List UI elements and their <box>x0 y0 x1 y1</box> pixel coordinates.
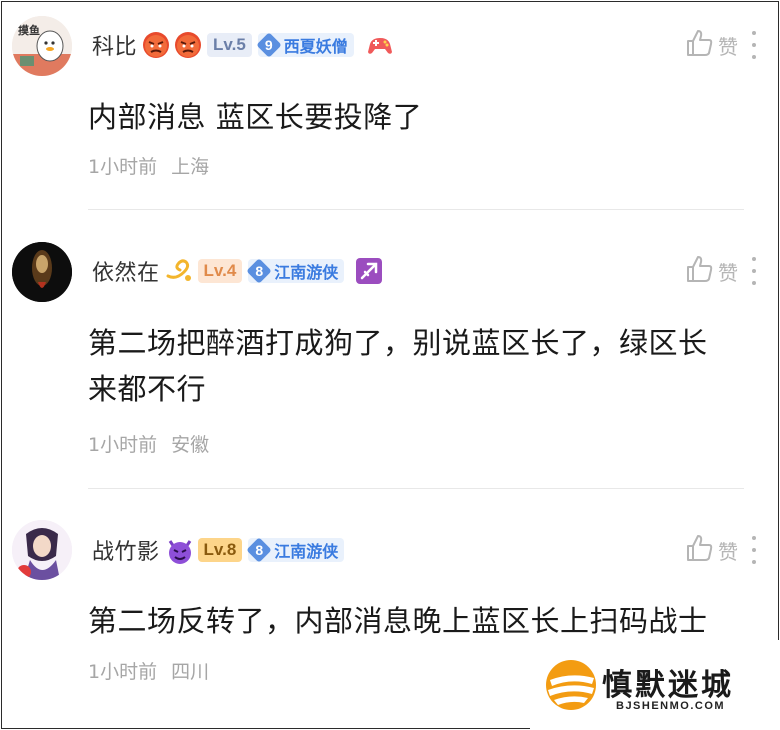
divider <box>88 488 744 489</box>
diamond-icon: 9 <box>256 32 282 58</box>
comment-meta: 1小时前 四川 <box>88 657 209 684</box>
comment-header: 战竹影 Lv.8 8 江南游侠 赞 <box>92 533 778 567</box>
comment-meta: 1小时前 安徽 <box>88 430 209 457</box>
level-badge: Lv.4 <box>197 259 243 283</box>
comment-time: 1小时前 <box>88 434 158 456</box>
comment-line: 来都不行 <box>88 372 207 406</box>
fan-level: 8 <box>255 542 264 558</box>
divider <box>88 209 744 210</box>
devil-emoji-icon <box>166 537 192 564</box>
comment-actions: 赞 <box>684 533 756 568</box>
comment-line: 第二场反转了，内部消息晚上蓝区长上扫码战士 <box>88 604 708 638</box>
fan-level: 9 <box>264 37 273 53</box>
diamond-icon: 8 <box>246 258 273 284</box>
comment-meta: 1小时前 上海 <box>88 152 209 179</box>
avatar-text: 摸鱼 <box>18 24 40 37</box>
more-options-icon[interactable] <box>750 31 758 59</box>
more-options-icon[interactable] <box>750 536 758 564</box>
thumbs-up-icon <box>684 254 714 289</box>
comment-actions: 赞 <box>684 254 756 289</box>
comment-location: 上海 <box>171 156 210 178</box>
comment-header: 依然在 Lv.4 8 江南游侠 赞 <box>92 254 778 288</box>
avatar[interactable]: 摸鱼 <box>12 16 72 76</box>
more-options-icon[interactable] <box>750 257 758 285</box>
fan-name: 江南游侠 <box>274 263 339 282</box>
thumbs-up-icon <box>684 533 714 568</box>
comment-line: 第二场把醉酒打成狗了，别说蓝区长了，绿区长 <box>88 326 708 360</box>
comment-actions: 赞 <box>684 28 756 63</box>
avatar[interactable] <box>12 242 72 302</box>
thumbs-up-icon <box>684 28 714 63</box>
comment-text: 第二场把醉酒打成狗了，别说蓝区长了，绿区长 来都不行 <box>88 320 748 412</box>
fan-badge[interactable]: 8 江南游侠 <box>246 258 345 284</box>
like-button[interactable]: 赞 <box>684 28 738 63</box>
comment-time: 1小时前 <box>88 156 158 178</box>
username[interactable]: 依然在 <box>92 255 160 287</box>
comment-time: 1小时前 <box>88 661 158 683</box>
site-logo-icon <box>544 658 598 712</box>
like-button[interactable]: 赞 <box>684 533 738 568</box>
sagittarius-icon <box>356 258 383 284</box>
watermark-title: 慎默迷城 <box>602 668 734 703</box>
like-label: 赞 <box>718 539 738 564</box>
fan-name: 江南游侠 <box>274 542 339 561</box>
angry-emoji-icon <box>143 32 170 58</box>
comment-header: 科比 Lv.5 9 西夏妖僧 赞 <box>92 28 778 62</box>
fan-level: 8 <box>255 263 264 279</box>
comment-text: 内部消息 蓝区长要投降了 <box>88 94 748 140</box>
level-badge: Lv.8 <box>197 538 243 562</box>
watermark-url: BJSHENMO.COM <box>616 700 726 712</box>
comment-location: 四川 <box>171 661 210 683</box>
diamond-icon: 8 <box>246 537 273 563</box>
like-label: 赞 <box>718 260 738 285</box>
gamepad-icon <box>366 32 392 58</box>
fan-name: 西夏妖僧 <box>283 37 348 56</box>
comment-text: 第二场反转了，内部消息晚上蓝区长上扫码战士 <box>88 598 748 644</box>
comment-line: 内部消息 蓝区长要投降了 <box>88 100 423 134</box>
avatar[interactable] <box>12 520 72 580</box>
like-button[interactable]: 赞 <box>684 254 738 289</box>
comment-location: 安徽 <box>171 434 210 456</box>
like-label: 赞 <box>718 34 738 59</box>
watermark: 慎默迷城 BJSHENMO.COM <box>530 640 780 730</box>
fan-badge[interactable]: 8 江南游侠 <box>246 537 345 563</box>
username[interactable]: 战竹影 <box>92 534 160 566</box>
username[interactable]: 科比 <box>92 29 137 61</box>
dizzy-icon <box>166 258 192 284</box>
level-badge: Lv.5 <box>207 33 252 57</box>
fan-badge[interactable]: 9 西夏妖僧 <box>256 32 354 58</box>
angry-emoji-icon <box>175 32 202 58</box>
comment-list: 摸鱼 科比 Lv.5 9 西夏妖僧 赞 内部消息 蓝区长要投降了 1小时前 上海… <box>1 1 779 729</box>
